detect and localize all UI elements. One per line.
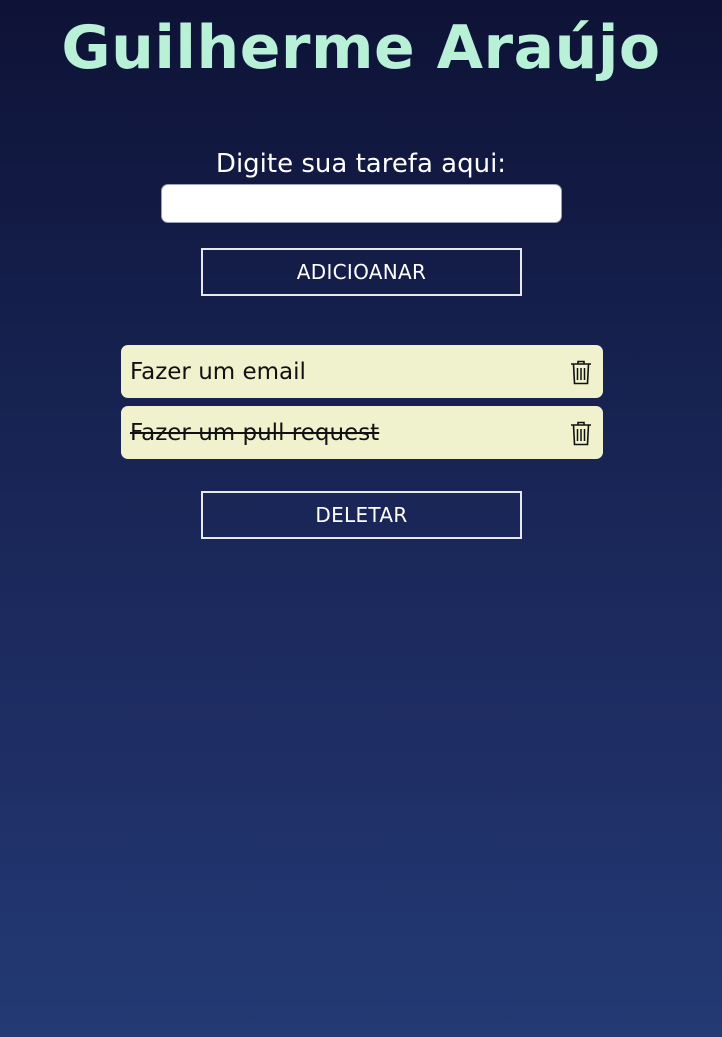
- task-input-label: Digite sua tarefa aqui:: [215, 149, 507, 179]
- delete-tasks-button[interactable]: DELETAR: [201, 491, 522, 539]
- task-input[interactable]: [161, 184, 562, 223]
- trash-icon[interactable]: [569, 419, 593, 447]
- task-list: Fazer um email Fazer um pull request: [121, 345, 603, 467]
- task-item[interactable]: Fazer um email: [121, 345, 603, 398]
- page-title: Guilherme Araújo: [61, 13, 661, 83]
- task-item[interactable]: Fazer um pull request: [121, 406, 603, 459]
- add-task-button[interactable]: ADICIOANAR: [201, 248, 522, 296]
- task-item-text: Fazer um email: [130, 358, 306, 385]
- trash-icon[interactable]: [569, 358, 593, 386]
- task-item-text: Fazer um pull request: [130, 419, 380, 446]
